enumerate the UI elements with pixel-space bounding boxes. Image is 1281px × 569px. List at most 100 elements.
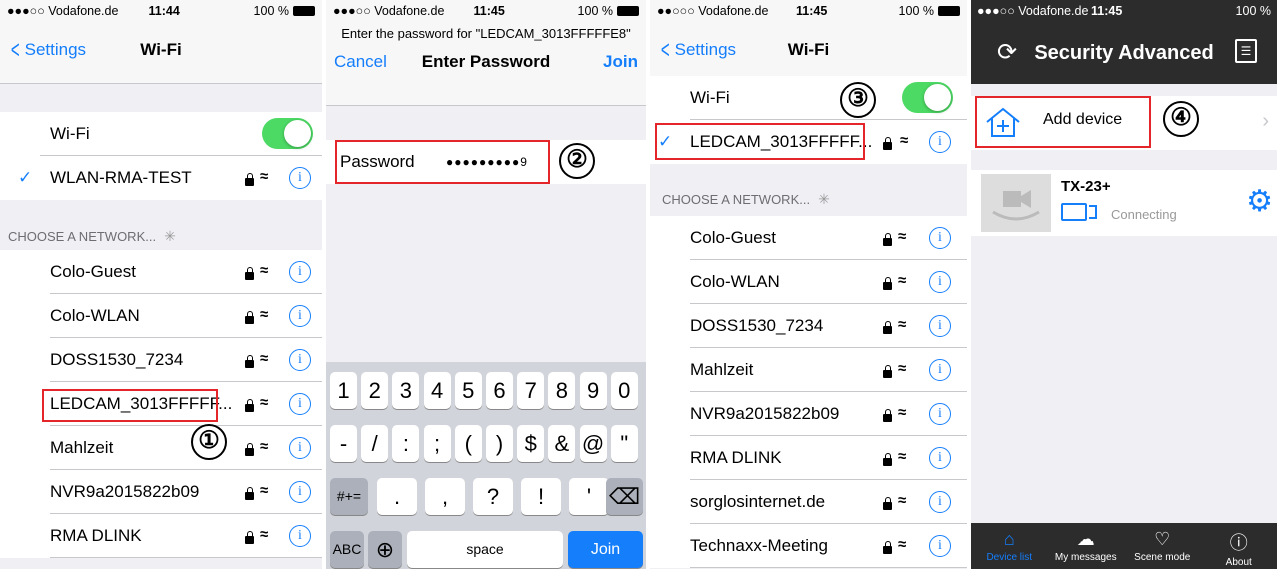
info-icon[interactable]: i bbox=[929, 315, 951, 337]
carrier-label: ●●●○○ Vodafone.de bbox=[7, 4, 119, 18]
key[interactable]: " bbox=[610, 425, 638, 462]
info-icon[interactable]: i bbox=[289, 393, 311, 415]
spinner-icon: ✳ bbox=[818, 190, 830, 207]
network-row[interactable]: Colo-Guest ≈ i bbox=[650, 216, 967, 260]
carrier-label: ●●○○○ Vodafone.de bbox=[657, 4, 769, 18]
keyboard-row: ABC ⊕ space Join bbox=[329, 531, 643, 568]
info-icon[interactable]: i bbox=[289, 349, 311, 371]
info-icon[interactable]: i bbox=[929, 491, 951, 513]
key[interactable]: Join bbox=[568, 531, 643, 568]
key[interactable]: ? bbox=[473, 478, 513, 515]
tab-scene-mode[interactable]: ♡ Scene mode bbox=[1124, 523, 1201, 569]
info-icon[interactable]: i bbox=[289, 167, 311, 189]
key[interactable]: 8 bbox=[548, 372, 576, 409]
key[interactable]: ) bbox=[486, 425, 513, 462]
key[interactable]: 3 bbox=[392, 372, 420, 409]
key[interactable]: 2 bbox=[361, 372, 389, 409]
tab-my-messages[interactable]: ☁ My messages bbox=[1048, 523, 1125, 569]
key[interactable]: / bbox=[361, 425, 389, 462]
key[interactable]: , bbox=[425, 478, 465, 515]
key[interactable]: ⊕ bbox=[368, 531, 402, 568]
nav-bar: ⟳ Security Advanced ☰ bbox=[971, 22, 1277, 84]
key[interactable]: ; bbox=[423, 425, 451, 462]
info-icon[interactable]: i bbox=[289, 305, 311, 327]
key[interactable]: ( bbox=[454, 425, 482, 462]
key[interactable]: 6 bbox=[486, 372, 513, 409]
key[interactable]: $ bbox=[517, 425, 545, 462]
clock: 11:45 bbox=[795, 4, 828, 18]
lock-icon bbox=[883, 453, 892, 466]
info-icon[interactable]: i bbox=[929, 535, 951, 557]
info-icon[interactable]: i bbox=[289, 481, 311, 503]
key[interactable]: - bbox=[330, 425, 357, 462]
network-row[interactable]: Colo-Guest ≈ i bbox=[0, 250, 322, 294]
device-row[interactable]: TX-23+ Connecting ⚙ bbox=[971, 170, 1277, 236]
key[interactable]: 5 bbox=[454, 372, 482, 409]
lock-icon bbox=[883, 233, 892, 246]
gear-icon[interactable]: ⚙ bbox=[1246, 184, 1273, 219]
info-icon[interactable]: i bbox=[929, 131, 951, 153]
wifi-toggle[interactable] bbox=[262, 118, 313, 149]
network-row[interactable]: Mahlzeit ≈ i bbox=[650, 348, 967, 392]
tab-device-list[interactable]: ⌂ Device list bbox=[971, 523, 1048, 569]
key[interactable]: 0 bbox=[610, 372, 638, 409]
connected-network-row[interactable]: ✓ WLAN-RMA-TEST ≈ i bbox=[0, 156, 322, 200]
network-row[interactable]: sorglosinternet.de ≈ i bbox=[650, 480, 967, 524]
network-name: Mahlzeit bbox=[690, 360, 754, 379]
highlight-box bbox=[42, 389, 218, 422]
key[interactable]: space bbox=[407, 531, 563, 568]
key[interactable]: @ bbox=[579, 425, 607, 462]
key[interactable]: 9 bbox=[579, 372, 607, 409]
network-row[interactable]: Colo-WLAN ≈ i bbox=[650, 260, 967, 304]
network-name: Colo-WLAN bbox=[690, 272, 780, 291]
nav-bar: Enter the password for "LEDCAM_3013FFFFF… bbox=[326, 22, 646, 106]
key[interactable]: #+= bbox=[330, 478, 368, 515]
join-button[interactable]: Join bbox=[603, 52, 638, 72]
network-name: Technaxx-Meeting bbox=[690, 536, 828, 555]
key[interactable]: . bbox=[377, 478, 417, 515]
network-row[interactable]: NVR9a2015822b09 ≈ i bbox=[0, 470, 322, 514]
battery-label: 100 % bbox=[253, 4, 289, 18]
cloud-icon: ☁ bbox=[1076, 529, 1095, 549]
network-name: WLAN-RMA-TEST bbox=[50, 168, 192, 187]
key[interactable]: ⌫ bbox=[606, 478, 643, 515]
info-icon[interactable]: i bbox=[289, 437, 311, 459]
info-icon[interactable]: i bbox=[929, 227, 951, 249]
key[interactable]: ABC bbox=[330, 531, 364, 568]
spinner-icon: ✳ bbox=[164, 227, 176, 244]
wifi-toggle[interactable] bbox=[902, 82, 953, 113]
network-row[interactable]: Technaxx-Meeting ≈ i bbox=[650, 524, 967, 568]
info-icon[interactable]: i bbox=[289, 261, 311, 283]
status-bar: ●●●○○ Vodafone.de 11:44 100 % bbox=[0, 0, 322, 22]
key[interactable]: 7 bbox=[517, 372, 545, 409]
network-row[interactable]: DOSS1530_7234 ≈ i bbox=[650, 304, 967, 348]
network-row[interactable]: NVR9a2015822b09 ≈ i bbox=[650, 392, 967, 436]
page-title: Security Advanced bbox=[1034, 42, 1214, 64]
key[interactable]: 4 bbox=[423, 372, 451, 409]
key[interactable]: ! bbox=[521, 478, 561, 515]
network-row[interactable]: DOSS1530_7234 ≈ i bbox=[0, 338, 322, 382]
network-row[interactable]: Colo-WLAN ≈ i bbox=[0, 294, 322, 338]
highlight-box bbox=[655, 123, 865, 160]
network-row[interactable]: RMA DLINK ≈ i bbox=[0, 514, 322, 558]
menu-list-icon[interactable]: ☰ bbox=[1235, 39, 1257, 63]
info-icon[interactable]: i bbox=[929, 447, 951, 469]
info-icon[interactable]: i bbox=[929, 403, 951, 425]
section-header: CHOOSE A NETWORK... ✳ bbox=[650, 188, 967, 210]
info-icon[interactable]: i bbox=[289, 525, 311, 547]
network-name: Mahlzeit bbox=[50, 438, 114, 457]
key[interactable]: 1 bbox=[330, 372, 357, 409]
network-row[interactable]: RMA DLINK ≈ i bbox=[650, 436, 967, 480]
tab-about[interactable]: ⓘ About bbox=[1201, 523, 1278, 569]
info-icon[interactable]: i bbox=[929, 359, 951, 381]
key[interactable]: : bbox=[392, 425, 420, 462]
network-row[interactable]: Mahlzeit ≈ i bbox=[0, 426, 322, 470]
key[interactable]: ' bbox=[569, 478, 609, 515]
lock-icon bbox=[883, 137, 892, 150]
checkmark-icon: ✓ bbox=[18, 168, 33, 187]
battery-icon bbox=[617, 6, 639, 16]
key[interactable]: & bbox=[548, 425, 576, 462]
step-marker: ② bbox=[559, 143, 595, 179]
info-icon[interactable]: i bbox=[929, 271, 951, 293]
camera-thumbnail bbox=[981, 174, 1051, 232]
